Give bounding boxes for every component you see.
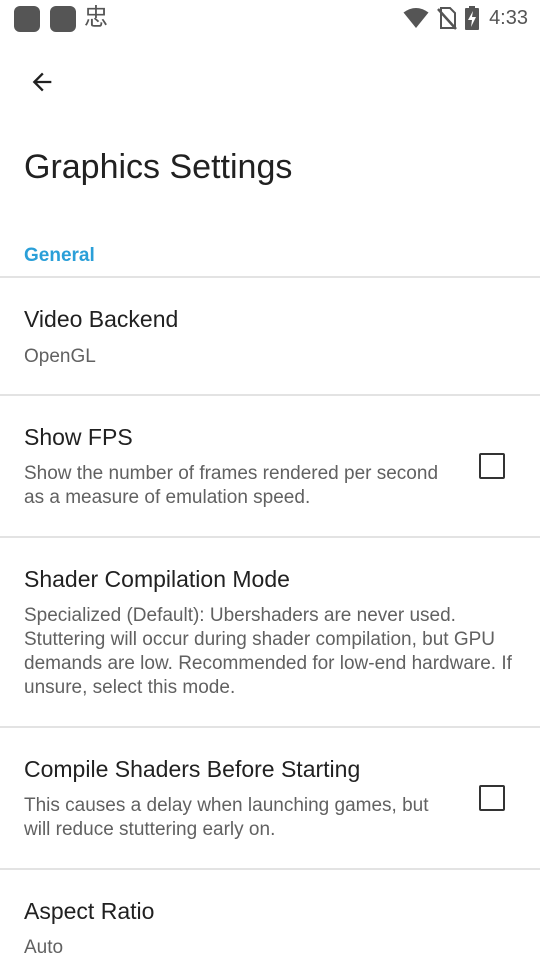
pref-summary: Auto	[24, 937, 64, 958]
pref-summary: This causes a delay when launching games…	[24, 795, 429, 840]
pref-aspect-ratio[interactable]: Aspect Ratio Auto	[0, 870, 540, 960]
no-sim-icon	[437, 6, 457, 30]
pref-title: Aspect Ratio	[24, 898, 155, 924]
battery-charging-icon	[465, 6, 480, 30]
page-title: Graphics Settings	[24, 148, 293, 186]
pref-show-fps[interactable]: Show FPS Show the number of frames rende…	[0, 396, 540, 536]
status-bar: 忠 4:33	[0, 0, 540, 36]
status-icons: 4:33	[403, 0, 528, 36]
clock: 4:33	[489, 7, 528, 29]
pref-compile-shaders-before-starting[interactable]: Compile Shaders Before Starting This cau…	[0, 728, 540, 868]
notification-glyph: 忠	[84, 4, 108, 31]
category-header: General	[24, 245, 95, 266]
compile-shaders-checkbox[interactable]	[479, 785, 505, 811]
pref-shader-compilation-mode[interactable]: Shader Compilation Mode Specialized (Def…	[0, 538, 540, 726]
pref-summary: Show the number of frames rendered per s…	[24, 463, 439, 508]
pref-video-backend[interactable]: Video Backend OpenGL	[0, 278, 540, 394]
show-fps-checkbox[interactable]	[479, 453, 505, 479]
app-icon	[50, 6, 76, 32]
arrow-back-icon	[28, 68, 56, 101]
pref-summary: OpenGL	[24, 346, 96, 367]
back-button[interactable]	[18, 60, 66, 108]
wifi-icon	[403, 7, 429, 29]
pref-title: Shader Compilation Mode	[24, 566, 290, 592]
pref-title: Video Backend	[24, 306, 179, 332]
graphics-settings-screen: 忠 4:33 Graphics Settings General Video B…	[0, 0, 540, 960]
pref-summary: Specialized (Default): Ubershaders are n…	[24, 605, 512, 698]
app-icon	[14, 6, 40, 32]
pref-title: Compile Shaders Before Starting	[24, 756, 361, 782]
pref-title: Show FPS	[24, 424, 133, 450]
